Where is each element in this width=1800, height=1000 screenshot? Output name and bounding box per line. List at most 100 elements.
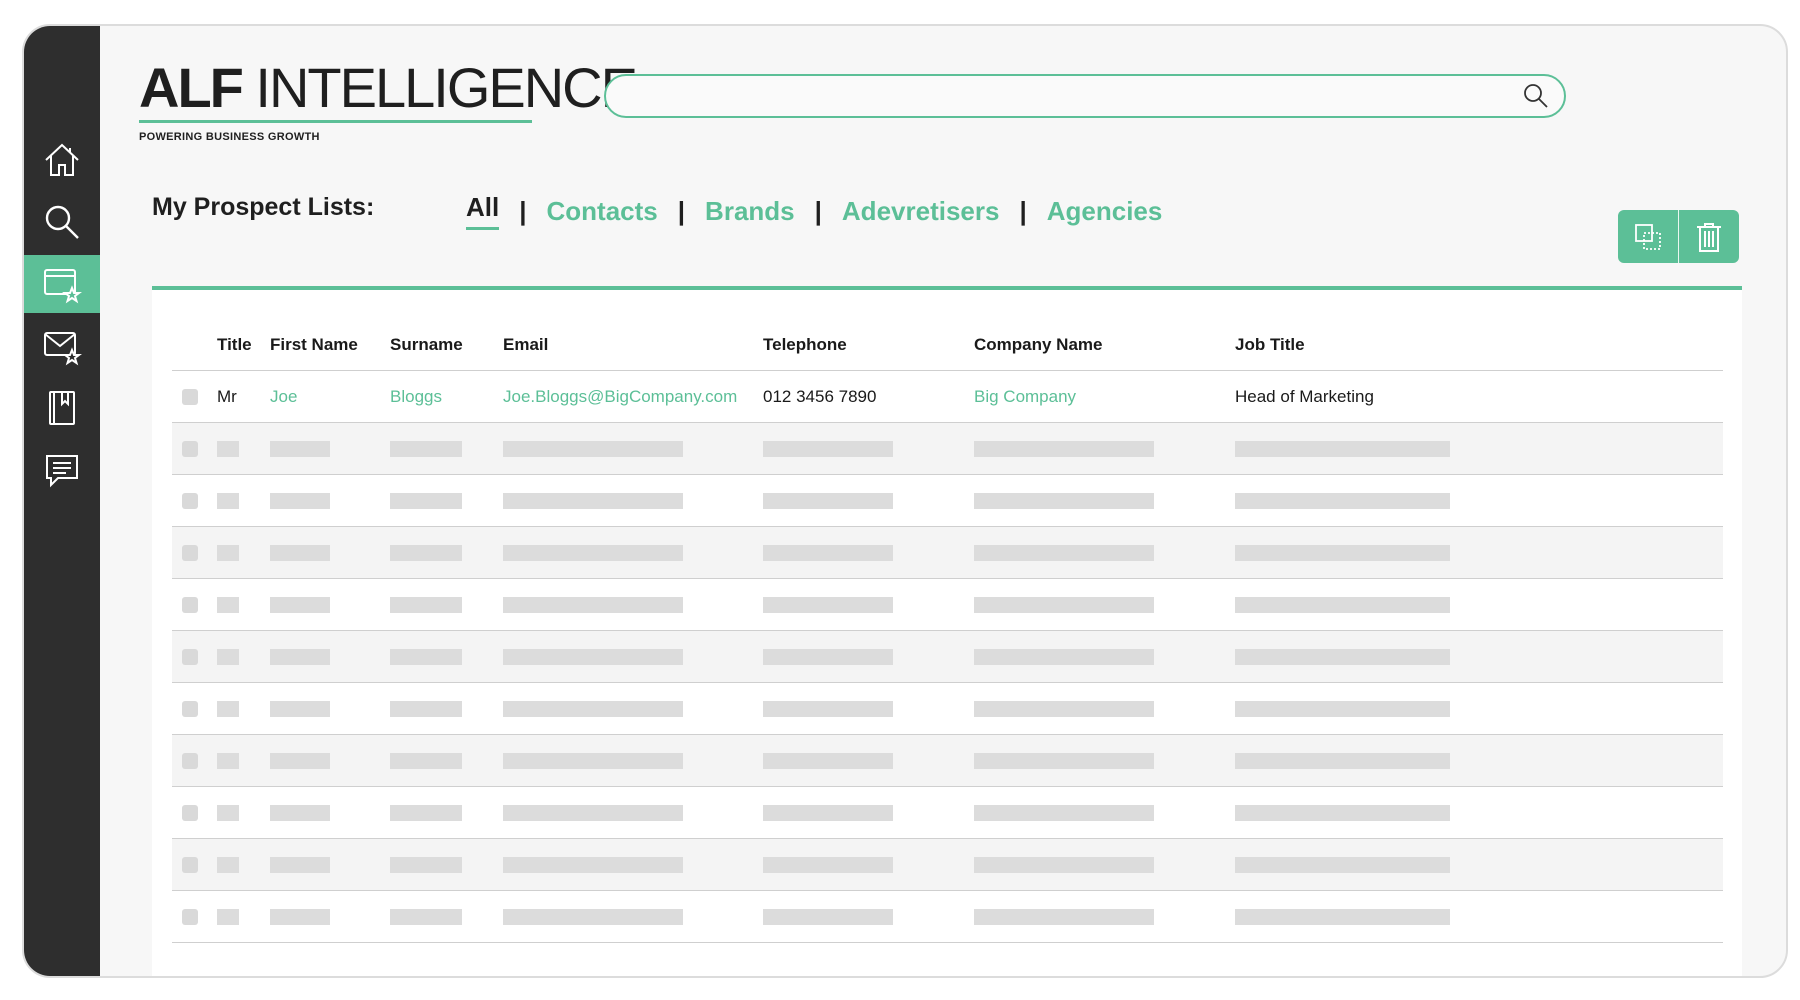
logo: ALF INTELLIGENCE POWERING BUSINESS GROWT… [139, 58, 638, 143]
copy-icon [1635, 223, 1661, 250]
table-row-placeholder [172, 734, 1723, 787]
placeholder-title [217, 441, 239, 458]
placeholder-email [503, 493, 683, 510]
placeholder-telephone [763, 441, 893, 458]
sidebar-item-home[interactable] [24, 131, 100, 189]
table-row-placeholder [172, 526, 1723, 579]
row-checkbox[interactable] [182, 649, 198, 666]
row-checkbox[interactable] [182, 753, 198, 770]
placeholder-surname [390, 701, 462, 718]
row-checkbox[interactable] [182, 909, 198, 926]
sidebar-item-mail[interactable] [24, 317, 100, 375]
column-header-telephone[interactable]: Telephone [763, 320, 974, 371]
placeholder-telephone [763, 493, 893, 510]
column-header-job-title[interactable]: Job Title [1235, 320, 1723, 371]
placeholder-company-name [974, 857, 1154, 874]
placeholder-job-title [1235, 805, 1450, 822]
placeholder-job-title [1235, 649, 1450, 666]
cell-surname[interactable]: Bloggs [390, 370, 503, 423]
sidebar-item-prospect-lists[interactable] [24, 255, 100, 313]
placeholder-title [217, 545, 239, 562]
placeholder-company-name [974, 545, 1154, 562]
row-checkbox[interactable] [182, 805, 198, 822]
placeholder-job-title [1235, 493, 1450, 510]
sidebar-item-search[interactable] [24, 193, 100, 251]
row-checkbox[interactable] [182, 389, 198, 406]
cell-company-name[interactable]: Big Company [974, 370, 1235, 423]
column-header-company-name[interactable]: Company Name [974, 320, 1235, 371]
table-header-row: Title First Name Surname Email Telephone… [172, 320, 1723, 371]
search-bar[interactable] [604, 74, 1566, 118]
row-checkbox[interactable] [182, 441, 198, 458]
placeholder-email [503, 649, 683, 666]
column-header-email[interactable]: Email [503, 320, 763, 371]
app-window: ALF INTELLIGENCE POWERING BUSINESS GROWT… [22, 24, 1788, 978]
placeholder-title [217, 909, 239, 926]
placeholder-first-name [270, 909, 330, 926]
tab-separator: | [677, 195, 686, 226]
placeholder-telephone [763, 753, 893, 770]
placeholder-email [503, 441, 683, 458]
placeholder-job-title [1235, 909, 1450, 926]
cell-first-name[interactable]: Joe [270, 370, 390, 423]
table-row-placeholder [172, 578, 1723, 631]
row-checkbox[interactable] [182, 701, 198, 718]
placeholder-first-name [270, 597, 330, 614]
copy-button[interactable] [1618, 210, 1679, 263]
tab-brands[interactable]: Brands [705, 196, 795, 227]
sidebar-item-messages[interactable] [24, 441, 100, 499]
tab-agencies[interactable]: Agencies [1047, 196, 1163, 227]
column-header-first-name[interactable]: First Name [270, 320, 390, 371]
placeholder-surname [390, 597, 462, 614]
logo-tagline: POWERING BUSINESS GROWTH [139, 131, 320, 143]
sidebar-item-saved[interactable] [24, 379, 100, 437]
placeholder-first-name [270, 753, 330, 770]
placeholder-company-name [974, 701, 1154, 718]
table-row-placeholder [172, 838, 1723, 891]
placeholder-company-name [974, 441, 1154, 458]
search-icon[interactable] [1522, 82, 1550, 110]
placeholder-surname [390, 545, 462, 562]
search-input[interactable] [624, 82, 1488, 110]
placeholder-job-title [1235, 597, 1450, 614]
row-checkbox[interactable] [182, 597, 198, 614]
table-row[interactable]: Mr Joe Bloggs Joe.Bloggs@BigCompany.com … [172, 370, 1723, 423]
prospect-table: Title First Name Surname Email Telephone… [172, 320, 1723, 943]
row-checkbox[interactable] [182, 493, 198, 510]
tab-separator: | [1019, 195, 1027, 226]
placeholder-email [503, 701, 683, 718]
placeholder-telephone [763, 857, 893, 874]
trash-icon [1697, 222, 1721, 252]
placeholder-job-title [1235, 857, 1450, 874]
tab-contacts[interactable]: Contacts [547, 196, 658, 227]
column-header-surname[interactable]: Surname [390, 320, 503, 371]
table-row-placeholder [172, 890, 1723, 943]
placeholder-title [217, 805, 239, 822]
placeholder-title [217, 649, 239, 666]
home-icon [45, 143, 79, 176]
placeholder-first-name [270, 649, 330, 666]
list-actions [1618, 210, 1739, 263]
placeholder-company-name [974, 805, 1154, 822]
list-filter-tabs: All | Contacts | Brands | Adevretisers |… [466, 192, 1162, 230]
prospect-table-panel: Title First Name Surname Email Telephone… [152, 286, 1742, 976]
placeholder-title [217, 597, 239, 614]
placeholder-email [503, 909, 683, 926]
placeholder-company-name [974, 909, 1154, 926]
placeholder-company-name [974, 493, 1154, 510]
placeholder-job-title [1235, 545, 1450, 562]
logo-light-text: INTELLIGENCE [241, 56, 638, 119]
placeholder-email [503, 857, 683, 874]
tab-advertisers[interactable]: Adevretisers [842, 196, 1000, 227]
tab-separator: | [519, 195, 527, 226]
sidebar [24, 26, 100, 976]
row-checkbox[interactable] [182, 545, 198, 562]
delete-button[interactable] [1679, 210, 1739, 263]
placeholder-title [217, 857, 239, 874]
row-checkbox[interactable] [182, 857, 198, 874]
cell-job-title: Head of Marketing [1235, 370, 1723, 423]
cell-email[interactable]: Joe.Bloggs@BigCompany.com [503, 370, 763, 423]
cell-telephone: 012 3456 7890 [763, 370, 974, 423]
tab-all[interactable]: All [466, 192, 500, 230]
column-header-title[interactable]: Title [217, 320, 270, 371]
